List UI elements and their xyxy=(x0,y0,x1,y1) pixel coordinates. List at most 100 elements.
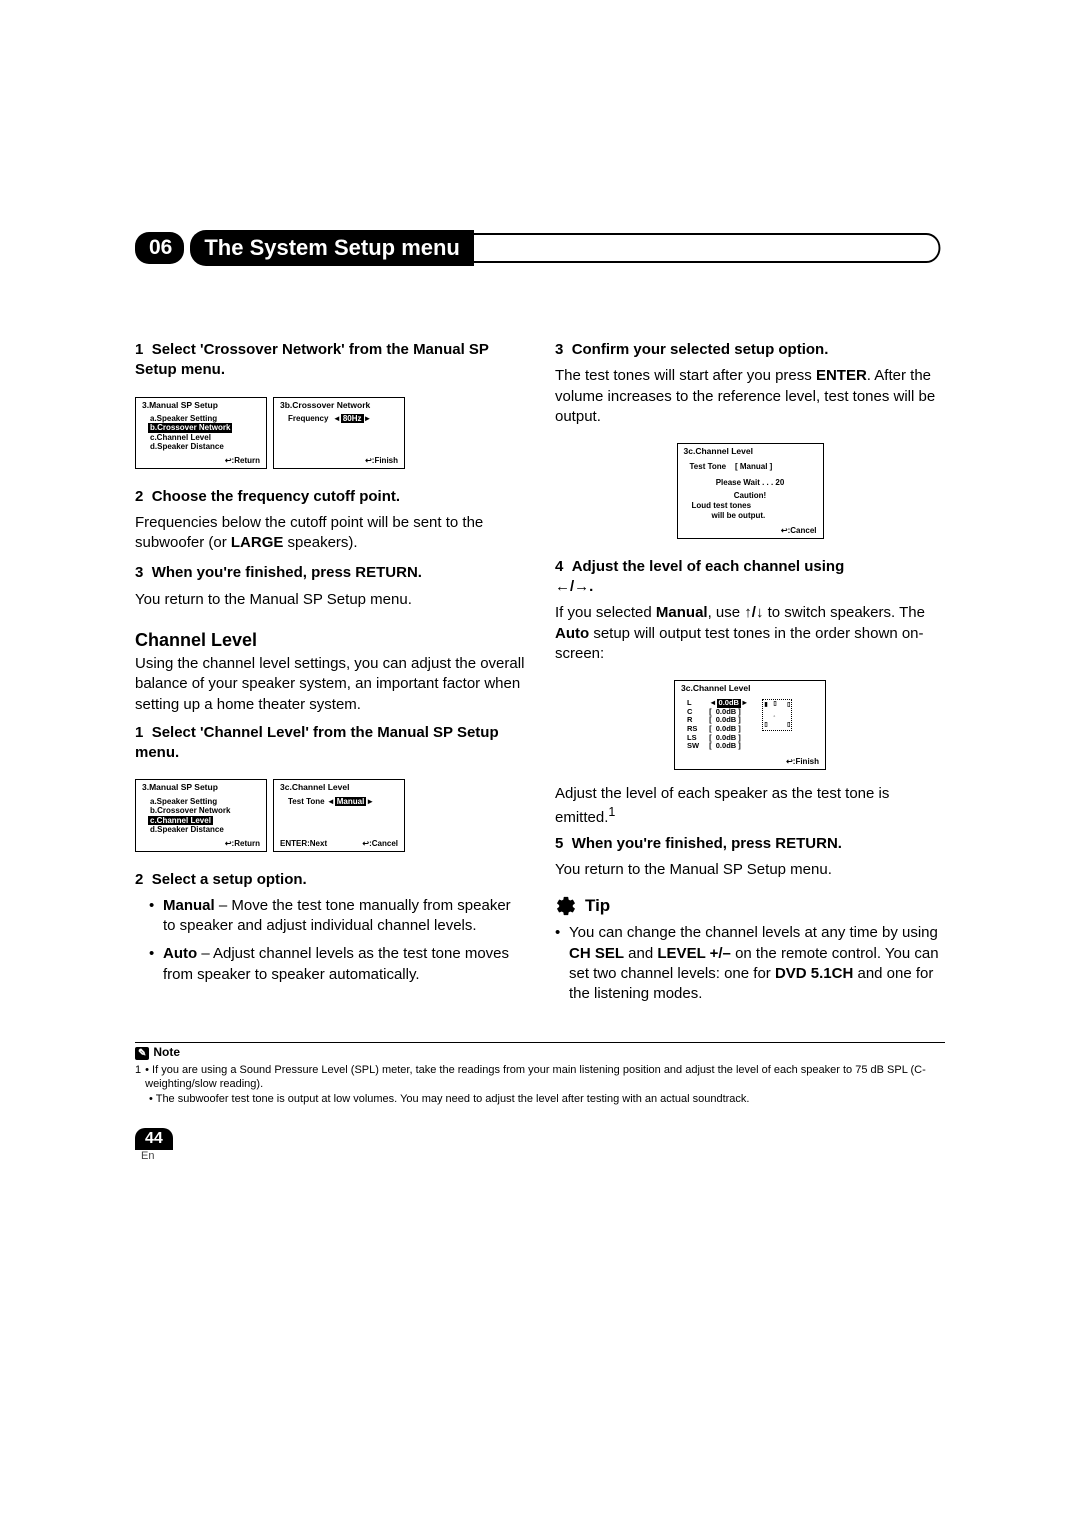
text: SW xyxy=(687,742,699,751)
step-heading: 2 Choose the frequency cutoff point. xyxy=(135,487,525,507)
osd-body: Test Tone ◄Manual► xyxy=(274,795,404,837)
text: setup will output test tones in the orde… xyxy=(555,625,924,662)
osd-footer: ↩:Return xyxy=(136,837,266,851)
body-text: Using the channel level settings, you ca… xyxy=(135,654,525,715)
osd-crossover-network: 3b.Crossover Network Frequency ◄80Hz► ↩:… xyxy=(273,397,405,469)
step-title: Select 'Crossover Network' from the Manu… xyxy=(135,341,489,378)
list-item: • Manual – Move the test tone manually f… xyxy=(149,896,525,937)
step-title: Confirm your selected setup option. xyxy=(572,341,829,358)
osd-pair: 3.Manual SP Setup a.Speaker Setting b.Cr… xyxy=(135,769,525,865)
osd-item-highlighted: c.Channel Level xyxy=(150,816,256,826)
osd-item: b.Crossover Network xyxy=(150,806,256,816)
osd-footer: ENTER:Next ↩:Cancel xyxy=(274,837,404,851)
text: Test Tone xyxy=(690,462,727,471)
footnote-ref: 1 xyxy=(608,805,615,819)
text: If you selected xyxy=(555,604,656,621)
chapter-header: 06 The System Setup menu xyxy=(135,230,945,266)
osd-footer-label: :Finish xyxy=(372,456,398,465)
osd-body: Frequency ◄80Hz► xyxy=(274,412,404,454)
osd-title: 3c.Channel Level xyxy=(678,444,823,458)
note-label: ✎ Note xyxy=(135,1045,180,1061)
text-bold: LARGE xyxy=(231,534,284,551)
osd-footer-label: :Cancel xyxy=(369,839,398,848)
step-number: 3 xyxy=(135,564,143,581)
text: , use xyxy=(708,604,745,621)
footnote-1: 1 • If you are using a Sound Pressure Le… xyxy=(135,1063,945,1092)
text-bold: CH SEL xyxy=(569,945,624,962)
text: – Adjust channel levels as the test tone… xyxy=(163,945,509,982)
text: 0.0dB xyxy=(716,741,736,750)
text: If you are using a Sound Pressure Level … xyxy=(145,1064,926,1090)
osd-manual-sp-setup-2: 3.Manual SP Setup a.Speaker Setting b.Cr… xyxy=(135,779,267,851)
osd-channel-level-wait: 3c.Channel Level Test Tone [ Manual ] Pl… xyxy=(677,443,824,539)
osd-pair: 3.Manual SP Setup a.Speaker Setting b.Cr… xyxy=(135,387,525,483)
text: Please Wait . . . 20 xyxy=(684,478,817,488)
osd-footer: ↩:Return xyxy=(136,454,266,468)
osd-item: d.Speaker Distance xyxy=(150,825,256,835)
osd-title: 3.Manual SP Setup xyxy=(136,780,266,794)
step-title: When you're finished, press RETURN. xyxy=(572,835,842,852)
osd-item-highlighted: b.Crossover Network xyxy=(150,423,256,433)
return-icon: ↩ xyxy=(225,456,232,465)
left-column: 1 Select 'Crossover Network' from the Ma… xyxy=(135,336,525,1012)
osd-item: c.Channel Level xyxy=(150,433,256,443)
osd-footer-label: :Finish xyxy=(793,757,819,766)
page-footer: 44 En xyxy=(135,1106,945,1162)
osd-title: 3c.Channel Level xyxy=(274,780,404,794)
osd-item: d.Speaker Distance xyxy=(150,442,256,452)
bullet-icon: • xyxy=(149,896,157,937)
step-heading: 1 Select 'Channel Level' from the Manual… xyxy=(135,723,525,764)
text: will be output. xyxy=(684,511,817,521)
osd-manual-sp-setup: 3.Manual SP Setup a.Speaker Setting b.Cr… xyxy=(135,397,267,469)
text: [ Manual ] xyxy=(735,462,772,471)
step-title: Choose the frequency cutoff point. xyxy=(152,488,400,505)
content-columns: 1 Select 'Crossover Network' from the Ma… xyxy=(135,336,945,1012)
text: Loud test tones xyxy=(684,501,817,511)
step-number: 1 xyxy=(135,724,143,741)
step-heading: 5 When you're finished, press RETURN. xyxy=(555,834,945,854)
text-bold: Auto xyxy=(163,945,197,962)
step-number: 4 xyxy=(555,558,563,575)
text-bold: DVD 5.1CH xyxy=(775,965,853,982)
page: 06 The System Setup menu 1 Select 'Cross… xyxy=(0,0,1080,1222)
channel-names: L C R RS LS SW xyxy=(687,699,699,751)
step-title: When you're finished, press RETURN. xyxy=(152,564,422,581)
bullet-icon: • xyxy=(555,923,563,1004)
step-number: 2 xyxy=(135,488,143,505)
step-title: Select 'Channel Level' from the Manual S… xyxy=(135,724,499,761)
step-title: Adjust the level of each channel using xyxy=(572,558,845,575)
bullet-list: • Manual – Move the test tone manually f… xyxy=(149,896,525,985)
text-bold: Manual xyxy=(163,897,215,914)
footnote-number: 1 xyxy=(135,1063,141,1092)
tip-heading: Tip xyxy=(555,895,945,918)
osd-body: a.Speaker Setting b.Crossover Network c.… xyxy=(136,795,266,837)
osd-title: 3.Manual SP Setup xyxy=(136,398,266,412)
pencil-icon: ✎ xyxy=(135,1047,149,1060)
step-number: 2 xyxy=(135,871,143,888)
gear-icon xyxy=(555,895,577,917)
section-heading: Channel Level xyxy=(135,628,525,652)
language-label: En xyxy=(141,1150,945,1162)
left-right-arrow-icon: ←/→. xyxy=(555,578,593,595)
text-bold: Note xyxy=(153,1045,180,1061)
up-down-arrow-icon: ↑/↓ xyxy=(744,604,763,621)
osd-row-value: Manual xyxy=(335,797,367,807)
text-bold: ENTER xyxy=(816,367,867,384)
step-title: Select a setup option. xyxy=(152,871,307,888)
return-icon: ↩ xyxy=(365,456,372,465)
osd-item: a.Speaker Setting xyxy=(150,797,256,807)
text: – Move the test tone manually from speak… xyxy=(163,897,511,934)
body-text: You return to the Manual SP Setup menu. xyxy=(135,590,525,610)
footnote-2: • The subwoofer test tone is output at l… xyxy=(135,1092,945,1106)
page-number: 44 xyxy=(135,1128,173,1150)
body-text: The test tones will start after you pres… xyxy=(555,366,945,427)
osd-body: L C R RS LS SW ◄0.0dB► [ 0.0dB ] [ 0.0dB… xyxy=(675,695,825,755)
step-heading: 4 Adjust the level of each channel using… xyxy=(555,557,945,598)
osd-footer: ↩:Cancel xyxy=(678,524,823,538)
text-bold: Manual xyxy=(656,604,708,621)
tip-body: You can change the channel levels at any… xyxy=(569,923,945,1004)
body-text: Frequencies below the cutoff point will … xyxy=(135,513,525,554)
chapter-title: The System Setup menu xyxy=(190,230,474,266)
osd-footer-left: ENTER:Next xyxy=(280,839,327,849)
body-text: You return to the Manual SP Setup menu. xyxy=(555,860,945,880)
